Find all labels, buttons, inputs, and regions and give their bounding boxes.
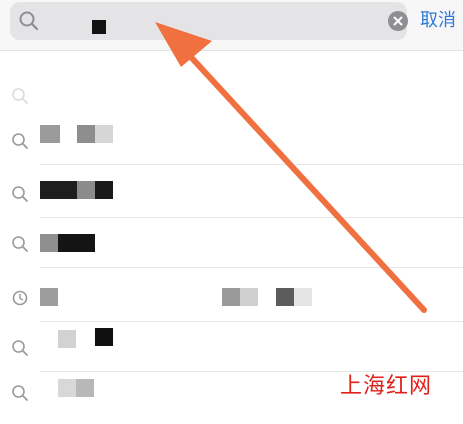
redacted-text xyxy=(95,125,113,143)
redacted-text xyxy=(58,234,95,252)
search-icon xyxy=(12,385,28,401)
redacted-text xyxy=(77,181,95,199)
redacted-text xyxy=(40,234,58,252)
redacted-text xyxy=(77,125,95,143)
clear-icon[interactable] xyxy=(388,11,408,31)
row-divider xyxy=(40,267,463,268)
redacted-text xyxy=(58,379,76,397)
redacted-text xyxy=(240,288,258,306)
redacted-text xyxy=(222,288,240,306)
header-divider xyxy=(0,50,463,51)
redacted-text xyxy=(40,125,60,143)
redacted-text xyxy=(40,288,58,306)
redacted-text xyxy=(58,330,76,348)
row-divider xyxy=(40,164,463,165)
search-icon xyxy=(12,186,28,202)
search-icon xyxy=(19,11,39,31)
search-bar[interactable] xyxy=(10,2,408,40)
search-header: 取消 xyxy=(0,0,463,50)
redacted-query-text xyxy=(92,20,106,34)
suggestion-item[interactable] xyxy=(0,272,463,322)
suggestion-item[interactable] xyxy=(0,168,463,218)
redacted-text xyxy=(95,181,113,199)
suggestion-item[interactable] xyxy=(0,322,463,372)
watermark-text: 上海红网 xyxy=(340,374,433,399)
search-icon xyxy=(12,236,28,252)
search-icon xyxy=(12,88,28,104)
redacted-text xyxy=(294,288,312,306)
cancel-button[interactable]: 取消 xyxy=(420,6,456,32)
search-icon xyxy=(12,133,28,149)
suggestion-item[interactable] xyxy=(0,218,463,268)
redacted-text xyxy=(40,181,77,199)
history-icon xyxy=(12,290,28,306)
search-icon xyxy=(12,340,28,356)
suggestion-item[interactable] xyxy=(0,115,463,165)
redacted-text xyxy=(276,288,294,306)
redacted-text xyxy=(95,328,113,346)
suggestion-item[interactable] xyxy=(0,70,463,120)
redacted-text xyxy=(76,379,94,397)
